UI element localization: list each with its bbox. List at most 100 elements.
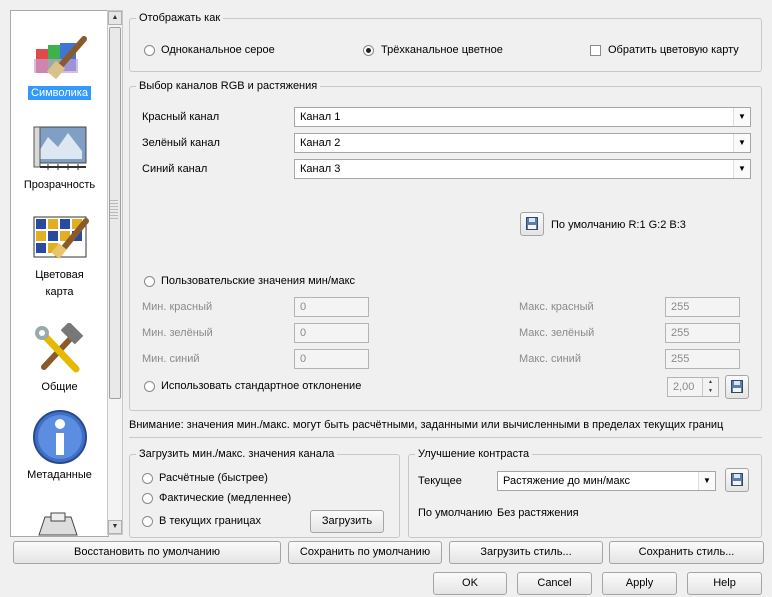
color-map-icon	[33, 216, 89, 259]
contrast-group: Улучшение контраста Текущее Растяжение д…	[408, 448, 762, 538]
splitter-handle[interactable]	[110, 200, 118, 220]
restore-default-button[interactable]: Восстановить по умолчанию	[13, 541, 281, 564]
load-style-button[interactable]: Загрузить стиль...	[449, 541, 603, 564]
green-channel-label: Зелёный канал	[142, 137, 220, 149]
ok-button[interactable]: OK	[433, 572, 507, 595]
stddev-radio[interactable]	[144, 381, 155, 392]
max-red-input[interactable]: 255	[665, 297, 740, 317]
sidebar-item-label: Цветовая карта	[35, 269, 84, 298]
green-channel-select[interactable]: Канал 2 ▼	[294, 133, 751, 153]
save-default-button[interactable]: Сохранить по умолчанию	[288, 541, 442, 564]
sidebar-item-colormap[interactable]: Цветовая карта	[11, 213, 108, 302]
sidebar-item-label: Прозрачность	[23, 179, 96, 191]
max-green-input[interactable]: 255	[665, 323, 740, 343]
partial-item-icon	[38, 512, 78, 536]
save-stddev-button[interactable]	[725, 375, 749, 399]
transparency-map-icon	[33, 126, 86, 170]
rgb-group: Выбор каналов RGB и растяжения Красный к…	[129, 80, 762, 411]
red-channel-value: Канал 1	[300, 111, 341, 123]
chevron-down-icon: ▼	[733, 108, 750, 126]
display-as-group: Отображать как Одноканальное серое Трёхк…	[129, 12, 762, 72]
min-red-value: 0	[300, 301, 307, 313]
estimate-radio[interactable]	[142, 473, 153, 484]
sidebar-item-label: Общие	[41, 381, 78, 393]
invert-map-checkbox[interactable]	[590, 45, 601, 56]
max-blue-value: 255	[671, 353, 690, 365]
group-title: Загрузить мин./макс. значения канала	[136, 448, 338, 460]
invert-map-label: Обратить цветовую карту	[608, 44, 739, 56]
estimate-label: Расчётные (быстрее)	[159, 472, 268, 484]
contrast-default-value: Без растяжения	[497, 507, 579, 519]
default-bands-text: По умолчанию R:1 G:2 B:3	[551, 219, 686, 231]
max-green-value: 255	[671, 327, 690, 339]
actual-radio[interactable]	[142, 493, 153, 504]
min-green-value: 0	[300, 327, 307, 339]
current-extent-radio[interactable]	[142, 516, 153, 527]
three-color-radio[interactable]	[363, 45, 374, 56]
sidebar: Символика Прозрачность Цветовая карта Об…	[10, 10, 109, 537]
chevron-down-icon: ▼	[733, 160, 750, 178]
stddev-input[interactable]: 2,00 ▲ ▼	[667, 377, 719, 397]
stddev-value: 2,00	[673, 381, 695, 393]
min-blue-label: Мин. синий	[142, 353, 200, 365]
chevron-down-icon: ▼	[698, 472, 715, 490]
sidebar-item-general[interactable]: Общие	[11, 321, 108, 394]
min-red-input[interactable]: 0	[294, 297, 369, 317]
warning-text: Внимание: значения мин./макс. могут быть…	[129, 419, 724, 431]
single-gray-radio[interactable]	[144, 45, 155, 56]
sidebar-item-symbology[interactable]: Символика	[11, 33, 108, 100]
blue-channel-label: Синий канал	[142, 163, 208, 175]
spin-down-icon[interactable]: ▼	[702, 387, 718, 396]
load-minmax-group: Загрузить мин./макс. значения канала Рас…	[129, 448, 400, 538]
min-blue-value: 0	[300, 353, 307, 365]
custom-minmax-label: Пользовательские значения мин/макс	[161, 275, 356, 287]
contrast-current-label: Текущее	[418, 475, 462, 487]
load-button[interactable]: Загрузить	[310, 510, 384, 533]
min-blue-input[interactable]: 0	[294, 349, 369, 369]
paintbrush-icon	[33, 36, 87, 80]
max-red-value: 255	[671, 301, 690, 313]
spin-up-icon[interactable]: ▲	[702, 378, 718, 387]
max-red-label: Макс. красный	[519, 301, 594, 313]
actual-label: Фактические (медленнее)	[159, 492, 292, 504]
group-title: Улучшение контраста	[415, 448, 533, 460]
green-channel-value: Канал 2	[300, 137, 341, 149]
save-icon	[731, 473, 743, 486]
sidebar-scrollbar[interactable]: ▲ ▼	[107, 10, 123, 535]
group-title: Отображать как	[136, 12, 224, 24]
current-extent-label: В текущих границах	[159, 515, 261, 527]
sidebar-item-label: Символика	[28, 86, 91, 100]
contrast-select[interactable]: Растяжение до мин/макс ▼	[497, 471, 716, 491]
sidebar-item-label: Метаданные	[27, 469, 92, 481]
red-channel-select[interactable]: Канал 1 ▼	[294, 107, 751, 127]
chevron-down-icon: ▼	[733, 134, 750, 152]
custom-minmax-radio[interactable]	[144, 276, 155, 287]
save-icon	[731, 380, 743, 393]
divider	[129, 437, 762, 438]
save-contrast-button[interactable]	[725, 468, 749, 492]
sidebar-item-transparency[interactable]: Прозрачность	[11, 123, 108, 192]
single-gray-label: Одноканальное серое	[161, 44, 275, 56]
contrast-default-label: По умолчанию	[418, 507, 493, 519]
max-blue-label: Макс. синий	[519, 353, 581, 365]
help-button[interactable]: Help	[687, 572, 762, 595]
cancel-button[interactable]: Cancel	[517, 572, 592, 595]
info-icon	[32, 410, 87, 464]
apply-button[interactable]: Apply	[602, 572, 677, 595]
max-blue-input[interactable]: 255	[665, 349, 740, 369]
save-icon	[526, 217, 538, 230]
save-style-button[interactable]: Сохранить стиль...	[609, 541, 764, 564]
scroll-down-icon[interactable]: ▼	[108, 520, 122, 534]
min-green-label: Мин. зелёный	[142, 327, 213, 339]
scroll-up-icon[interactable]: ▲	[108, 11, 122, 25]
contrast-current-value: Растяжение до мин/макс	[503, 475, 630, 487]
group-title: Выбор каналов RGB и растяжения	[136, 80, 321, 92]
sidebar-item-metadata[interactable]: Метаданные	[11, 409, 108, 482]
red-channel-label: Красный канал	[142, 111, 220, 123]
default-bands-button[interactable]	[520, 212, 544, 236]
three-color-label: Трёхканальное цветное	[381, 44, 503, 56]
max-green-label: Макс. зелёный	[519, 327, 595, 339]
min-green-input[interactable]: 0	[294, 323, 369, 343]
min-red-label: Мин. красный	[142, 301, 213, 313]
blue-channel-select[interactable]: Канал 3 ▼	[294, 159, 751, 179]
